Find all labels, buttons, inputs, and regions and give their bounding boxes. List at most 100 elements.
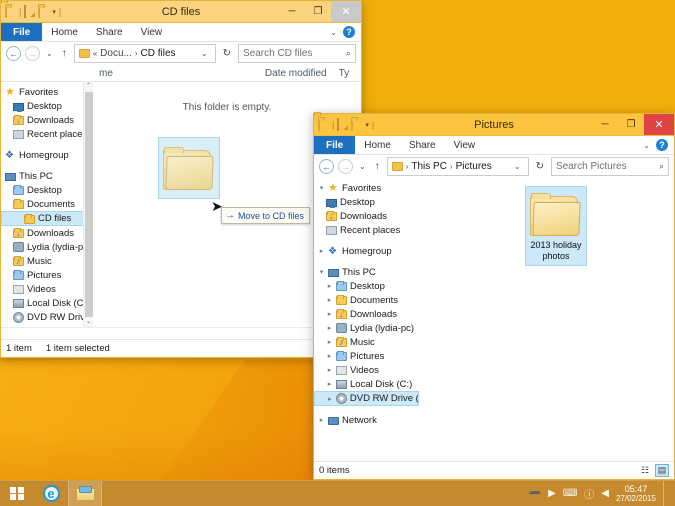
nav-item-downloads[interactable]: Downloads (314, 209, 419, 223)
column-header-date-modified[interactable]: Date modified (259, 68, 333, 79)
tab-file[interactable]: File (1, 23, 43, 41)
ribbon-right-controls[interactable]: ⌄ ? (643, 136, 674, 154)
column-headers-cd-files[interactable]: me Date modified Ty (1, 65, 361, 82)
tab-home[interactable]: Home (42, 23, 87, 41)
nav-item-favorites[interactable]: ★ Favorites (1, 85, 93, 99)
nav-item-documents[interactable]: ▸ Documents (314, 293, 419, 307)
tab-share[interactable]: Share (87, 23, 132, 41)
start-button[interactable] (0, 481, 34, 506)
scroll-down-icon[interactable]: ⌄ (86, 318, 91, 327)
properties-icon[interactable] (337, 118, 348, 131)
nav-item-pc-desktop[interactable]: Desktop (1, 183, 93, 197)
view-mode-buttons[interactable]: ☷ ▤ (638, 464, 669, 477)
close-button[interactable]: ✕ (331, 1, 361, 22)
twisty-icon[interactable]: ▸ (326, 282, 333, 290)
nav-item-documents[interactable]: Documents (1, 197, 93, 211)
new-folder-icon[interactable] (351, 118, 362, 131)
taskbar-item-internet-explorer[interactable]: e (34, 481, 68, 506)
refresh-button[interactable]: ↻ (533, 161, 547, 172)
view-list-icon[interactable]: ☷ (638, 464, 652, 477)
window-controls[interactable]: ─ ❐ ✕ (279, 1, 361, 22)
nav-item-pictures[interactable]: ▸ Pictures (314, 349, 419, 363)
file-list-pictures[interactable]: 2013 holiday photos (419, 178, 674, 461)
twisty-icon[interactable]: ▸ (327, 395, 333, 403)
nav-item-pc-downloads[interactable]: Downloads (1, 226, 93, 240)
nav-horizontal-scrollbar[interactable] (1, 327, 361, 339)
folder-icon[interactable] (318, 118, 329, 131)
nav-item-pc-downloads[interactable]: ▸ Downloads (314, 307, 419, 321)
nav-item-music[interactable]: Music (1, 254, 93, 268)
tab-share[interactable]: Share (400, 136, 445, 154)
column-header-type[interactable]: Ty (333, 68, 356, 79)
list-item[interactable]: 2013 holiday photos (525, 186, 587, 266)
window-controls[interactable]: ─ ❐ ✕ (592, 114, 674, 135)
tab-view[interactable]: View (132, 23, 172, 41)
dragged-folder-item[interactable] (158, 137, 220, 199)
nav-item-desktop[interactable]: Desktop (314, 195, 419, 209)
search-input[interactable]: Search Pictures ⌕ (551, 157, 669, 176)
nav-item-dvd-rw-drive[interactable]: ▸ DVD RW Drive (E:) (314, 391, 419, 406)
twisty-icon[interactable]: ▸ (326, 338, 333, 346)
tray-volume-icon[interactable]: ◀ (601, 488, 609, 499)
window-pictures[interactable]: | ▾ | Pictures ─ ❐ ✕ File Home Share Vie… (313, 113, 675, 480)
address-bar-pictures[interactable]: ← → ⌄ ↑ › This PC › Pictures ⌄ ↻ Search … (314, 155, 674, 178)
nav-item-local-disk-c[interactable]: ▸ Local Disk (C:) (314, 377, 419, 391)
nav-item-homegroup[interactable]: ▸ ❖ Homegroup (314, 244, 419, 258)
breadcrumb-item-cd-files[interactable]: CD files (141, 48, 176, 59)
nav-item-videos[interactable]: Videos (1, 282, 93, 296)
chevron-down-icon[interactable]: ▾ (365, 121, 369, 129)
minimize-button[interactable]: ─ (592, 114, 618, 135)
nav-item-lydia[interactable]: Lydia (lydia-pc) (1, 240, 93, 254)
titlebar-pictures[interactable]: | ▾ | Pictures ─ ❐ ✕ (314, 114, 674, 136)
view-details-icon[interactable]: ▤ (655, 464, 669, 477)
quick-access-toolbar[interactable]: | ▾ | (5, 5, 61, 18)
breadcrumb-item-documents[interactable]: Docu... (100, 48, 132, 59)
scroll-thumb[interactable] (84, 92, 93, 317)
navigation-pane-cd-files[interactable]: ★ Favorites Desktop Downloads Recent pla… (1, 82, 93, 327)
minimize-button[interactable]: ─ (279, 1, 305, 22)
quick-access-toolbar[interactable]: | ▾ | (318, 118, 374, 131)
close-button[interactable]: ✕ (644, 114, 674, 135)
taskbar[interactable]: e ➖ ▶ ⌨ ⓘ ◀ 05:47 27/02/2015 (0, 480, 675, 506)
tray-show-hidden-icon[interactable]: ➖ (529, 488, 541, 499)
nav-item-videos[interactable]: ▸ Videos (314, 363, 419, 377)
recent-locations-icon[interactable]: ⌄ (357, 162, 368, 171)
nav-item-favorites[interactable]: ▾ ★ Favorites (314, 181, 419, 195)
refresh-button[interactable]: ↻ (220, 48, 234, 59)
properties-icon[interactable] (24, 5, 35, 18)
column-header-name[interactable]: me (93, 68, 119, 79)
help-icon[interactable]: ? (343, 26, 355, 38)
forward-button[interactable]: → (25, 46, 40, 61)
twisty-icon[interactable]: ▸ (326, 366, 333, 374)
up-button[interactable]: ↑ (372, 161, 383, 172)
navigation-pane-pictures[interactable]: ▾ ★ Favorites Desktop Downloads Recent p… (314, 178, 419, 461)
tab-view[interactable]: View (445, 136, 485, 154)
scroll-up-icon[interactable]: ⌃ (86, 82, 91, 91)
nav-item-lydia[interactable]: ▸ Lydia (lydia-pc) (314, 321, 419, 335)
nav-item-dvd-rw-drive[interactable]: DVD RW Drive (E: (1, 310, 93, 324)
tray-action-center-icon[interactable]: ⌨ (563, 488, 577, 499)
nav-item-recent-places[interactable]: Recent places (314, 223, 419, 237)
tray-network-icon[interactable]: ▶ (548, 488, 556, 499)
help-icon[interactable]: ? (656, 139, 668, 151)
titlebar-cd-files[interactable]: | ▾ | CD files ─ ❐ ✕ (1, 1, 361, 23)
breadcrumb[interactable]: › This PC › Pictures ⌄ (386, 157, 529, 176)
tab-home[interactable]: Home (355, 136, 400, 154)
nav-item-this-pc[interactable]: ▾ This PC (314, 265, 419, 279)
ribbon-right-controls[interactable]: ⌄ ? (330, 23, 361, 41)
twisty-icon[interactable]: ▸ (318, 247, 325, 255)
up-button[interactable]: ↑ (59, 48, 70, 59)
nav-item-music[interactable]: ▸ Music (314, 335, 419, 349)
nav-item-this-pc[interactable]: This PC (1, 169, 93, 183)
nav-item-recent-places[interactable]: Recent places (1, 127, 93, 141)
twisty-icon[interactable]: ▸ (326, 380, 333, 388)
back-button[interactable]: ← (319, 159, 334, 174)
twisty-icon[interactable]: ▸ (318, 416, 325, 424)
nav-item-cd-files[interactable]: CD files (1, 211, 93, 226)
show-desktop-button[interactable] (663, 480, 668, 506)
chevron-down-icon[interactable]: ⌄ (330, 28, 337, 37)
nav-item-pc-desktop[interactable]: ▸ Desktop (314, 279, 419, 293)
window-cd-files[interactable]: | ▾ | CD files ─ ❐ ✕ File Home Share Vie… (0, 0, 362, 358)
back-button[interactable]: ← (6, 46, 21, 61)
maximize-button[interactable]: ❐ (618, 114, 644, 135)
